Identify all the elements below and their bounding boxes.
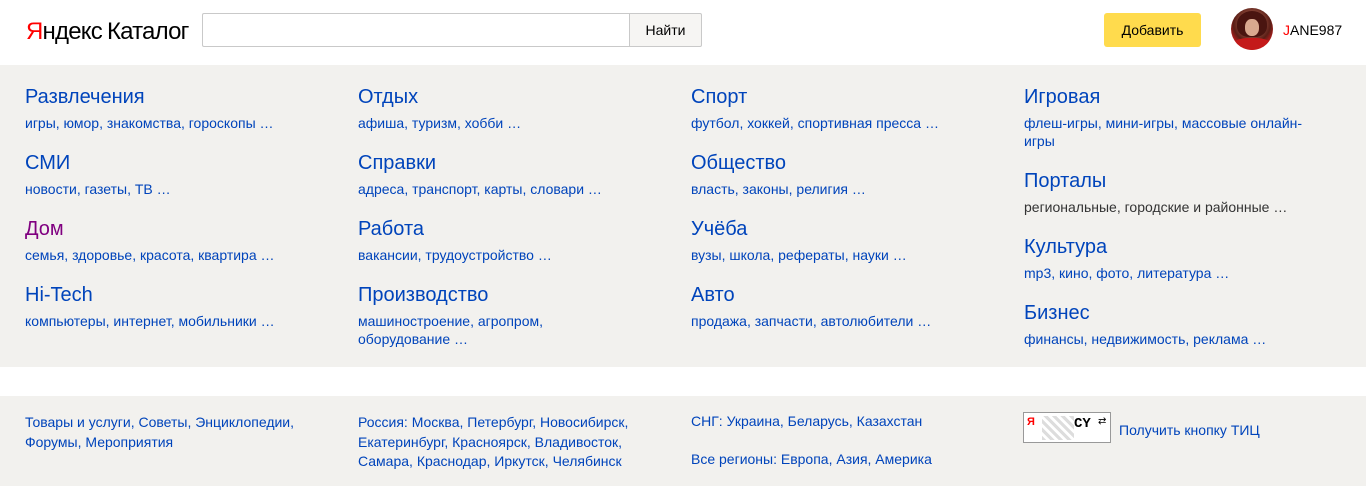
category-hi-tech: Hi-Tech компьютеры, интернет, мобильники… xyxy=(25,283,325,330)
catalog-categories: Развлечения игры, юмор, знакомства, горо… xyxy=(0,65,1366,367)
category-ucheba: Учёба вузы, школа, рефераты, науки … xyxy=(691,217,991,264)
footer-cis-line[interactable]: СНГ: Украина, Беларусь, Казахстан xyxy=(691,412,932,432)
footer-cities-line[interactable]: Россия: Москва, Петербург, Новосибирск, xyxy=(358,413,628,433)
category-subtitle[interactable]: региональные, городские и районные … xyxy=(1024,198,1324,216)
category-subtitle[interactable]: машиностроение, агропром, оборудование … xyxy=(358,312,578,348)
category-title[interactable]: СМИ xyxy=(25,151,325,175)
category-sport: Спорт футбол, хоккей, спортивная пресса … xyxy=(691,85,991,132)
category-subtitle[interactable]: вузы, школа, рефераты, науки … xyxy=(691,246,991,264)
category-subtitle[interactable]: игры, юмор, знакомства, гороскопы … xyxy=(25,114,325,132)
avatar-face xyxy=(1245,19,1259,36)
search-button[interactable]: Найти xyxy=(629,13,702,47)
footer-links: Товары и услуги, Советы, Энциклопедии, Ф… xyxy=(0,396,1366,486)
footer-cities-line[interactable]: Екатеринбург, Красноярск, Владивосток, xyxy=(358,433,628,453)
footer-services: Товары и услуги, Советы, Энциклопедии, Ф… xyxy=(25,413,294,452)
logo-catalog-word: Каталог xyxy=(106,18,189,45)
footer-services-line[interactable]: Форумы, Мероприятия xyxy=(25,433,294,453)
category-subtitle[interactable]: mp3, кино, фото, литература … xyxy=(1024,264,1324,282)
category-subtitle[interactable]: адреса, транспорт, карты, словари … xyxy=(358,180,658,198)
footer-cities-line[interactable]: Самара, Краснодар, Иркутск, Челябинск xyxy=(358,452,628,472)
category-title[interactable]: Порталы xyxy=(1024,169,1324,193)
category-title[interactable]: Производство xyxy=(358,283,578,307)
avatar-body xyxy=(1233,38,1271,50)
category-title[interactable]: Авто xyxy=(691,283,991,307)
get-tic-button-link[interactable]: Получить кнопку ТИЦ xyxy=(1119,421,1260,439)
category-avto: Авто продажа, запчасти, автолюбители … xyxy=(691,283,991,330)
category-igrovaya: Игровая флеш-игры, мини-игры, массовые о… xyxy=(1024,85,1329,150)
category-title[interactable]: Дом xyxy=(25,217,325,241)
category-portaly: Порталы региональные, городские и районн… xyxy=(1024,169,1324,216)
category-smi: СМИ новости, газеты, ТВ … xyxy=(25,151,325,198)
logo-ndex: ндекс xyxy=(42,18,103,45)
refresh-icon: ⇄ xyxy=(1098,416,1107,427)
category-subtitle[interactable]: продажа, запчасти, автолюбители … xyxy=(691,312,991,330)
category-title[interactable]: Развлечения xyxy=(25,85,325,109)
category-title[interactable]: Бизнес xyxy=(1024,301,1324,325)
tic-button-badge[interactable]: Я CY ⇄ xyxy=(1023,412,1111,443)
category-rabota: Работа вакансии, трудоустройство … xyxy=(358,217,658,264)
add-site-button[interactable]: Добавить xyxy=(1104,13,1201,47)
category-subtitle[interactable]: афиша, туризм, хобби … xyxy=(358,114,658,132)
category-title[interactable]: Справки xyxy=(358,151,658,175)
footer-all-regions-line[interactable]: Все регионы: Европа, Азия, Америка xyxy=(691,450,932,470)
category-subtitle[interactable]: вакансии, трудоустройство … xyxy=(358,246,658,264)
username-link[interactable]: JANE987 xyxy=(1283,21,1342,39)
category-subtitle[interactable]: новости, газеты, ТВ … xyxy=(25,180,325,198)
tic-badge-ya: Я xyxy=(1027,416,1035,428)
category-subtitle[interactable]: власть, законы, религия … xyxy=(691,180,991,198)
category-title[interactable]: Игровая xyxy=(1024,85,1329,109)
category-subtitle[interactable]: финансы, недвижимость, реклама … xyxy=(1024,330,1324,348)
separator-band xyxy=(0,367,1366,396)
footer-russia-cities: Россия: Москва, Петербург, Новосибирск, … xyxy=(358,413,628,472)
footer-regions: СНГ: Украина, Беларусь, Казахстан Все ре… xyxy=(691,412,932,469)
category-razvlecheniya: Развлечения игры, юмор, знакомства, горо… xyxy=(25,85,325,132)
header: Яндекс Каталог Найти Добавить JANE987 xyxy=(0,0,1366,65)
yandex-catalog-logo[interactable]: Яндекс Каталог xyxy=(26,17,189,47)
category-subtitle[interactable]: футбол, хоккей, спортивная пресса … xyxy=(691,114,991,132)
category-title[interactable]: Отдых xyxy=(358,85,658,109)
category-title[interactable]: Общество xyxy=(691,151,991,175)
tic-badge-pattern xyxy=(1042,416,1074,440)
category-title[interactable]: Культура xyxy=(1024,235,1324,259)
category-kultura: Культура mp3, кино, фото, литература … xyxy=(1024,235,1324,282)
category-biznes: Бизнес финансы, недвижимость, реклама … xyxy=(1024,301,1324,348)
category-otdyh: Отдых афиша, туризм, хобби … xyxy=(358,85,658,132)
category-obschestvo: Общество власть, законы, религия … xyxy=(691,151,991,198)
tic-badge-cy: CY xyxy=(1074,416,1091,432)
username-rest: ANE987 xyxy=(1290,22,1343,38)
search-input[interactable] xyxy=(202,13,630,47)
username-first-letter: J xyxy=(1283,22,1290,38)
category-title[interactable]: Учёба xyxy=(691,217,991,241)
category-title[interactable]: Спорт xyxy=(691,85,991,109)
category-spravki: Справки адреса, транспорт, карты, словар… xyxy=(358,151,658,198)
user-avatar[interactable] xyxy=(1231,8,1273,50)
category-dom: Дом семья, здоровье, красота, квартира … xyxy=(25,217,325,264)
logo-ya-letter: Я xyxy=(26,18,43,45)
category-proizvodstvo: Производство машиностроение, агропром, о… xyxy=(358,283,578,348)
category-subtitle[interactable]: флеш-игры, мини-игры, массовые онлайн-иг… xyxy=(1024,114,1329,150)
category-title[interactable]: Работа xyxy=(358,217,658,241)
category-subtitle[interactable]: компьютеры, интернет, мобильники … xyxy=(25,312,325,330)
category-title[interactable]: Hi-Tech xyxy=(25,283,325,307)
category-subtitle[interactable]: семья, здоровье, красота, квартира … xyxy=(25,246,325,264)
footer-services-line[interactable]: Товары и услуги, Советы, Энциклопедии, xyxy=(25,413,294,433)
